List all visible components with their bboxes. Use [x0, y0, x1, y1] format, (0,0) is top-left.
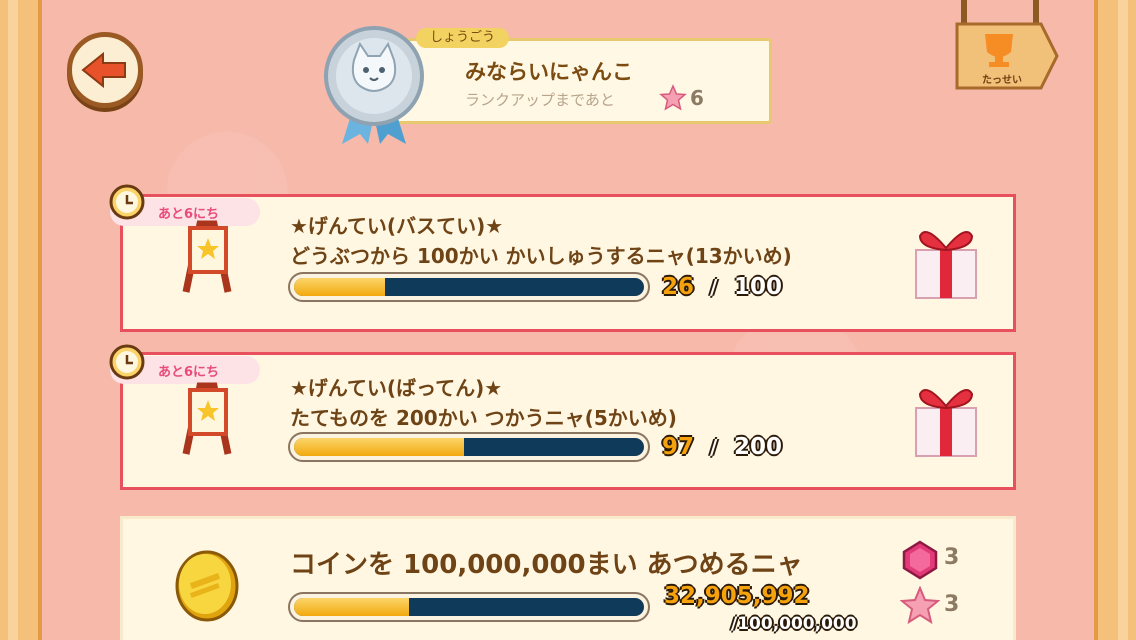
pink-star-icon — [900, 586, 940, 625]
mission-description: どうぶつから 100かい かいしゅうするニャ(13かいめ) — [290, 244, 792, 268]
clock-icon — [109, 344, 145, 380]
mission-screen: しょうごう みならいにゃんこ ランクアップまであと 6 たっせい あと6にち ★… — [0, 0, 1136, 640]
back-arrow-icon — [81, 51, 126, 89]
gift-box-icon[interactable] — [910, 224, 982, 302]
mission-description: たてものを 200かい つかうニャ(5かいめ) — [290, 406, 677, 430]
rank-title-name: みならいにゃんこ — [465, 60, 633, 84]
gift-box-icon[interactable] — [910, 382, 982, 460]
easel-sign-icon — [182, 382, 232, 455]
progress-max: 100 — [734, 274, 783, 300]
progress-fill — [294, 278, 385, 296]
progress-bar — [288, 592, 650, 622]
reward-count: 3 — [944, 545, 960, 570]
achievements-label: たっせい — [982, 75, 1022, 86]
cat-medal-icon — [324, 26, 424, 144]
progress-bar — [288, 272, 650, 302]
clock-icon — [109, 184, 145, 220]
rank-up-count: 6 — [690, 86, 704, 110]
progress-slash: / — [710, 275, 718, 299]
back-button[interactable] — [67, 32, 143, 108]
pink-star-icon — [659, 84, 687, 111]
left-wooden-frame — [0, 0, 42, 640]
progress-fill — [294, 598, 410, 616]
reward-count: 3 — [944, 592, 960, 617]
progress-current: 26 — [662, 274, 695, 300]
progress-fill — [294, 438, 464, 456]
right-wooden-frame — [1094, 0, 1136, 640]
progress-max: 200 — [734, 434, 783, 460]
gold-coin-icon — [175, 550, 239, 622]
rank-up-label: ランクアップまであと — [465, 91, 615, 109]
pink-gem-icon — [902, 540, 938, 580]
deadline-text: あと6にち — [158, 365, 220, 380]
mission-title: ★げんてい(バスてい)★ — [290, 214, 504, 238]
easel-sign-icon — [182, 220, 232, 293]
progress-bar — [288, 432, 650, 462]
progress-current: 97 — [662, 434, 695, 460]
mission-title: ★げんてい(ばってん)★ — [290, 376, 503, 400]
progress-current: 32,905,992 — [664, 583, 810, 609]
progress-slash: / — [710, 435, 718, 459]
progress-max: /100,000,000 — [731, 614, 857, 634]
rank-tag: しょうごう — [416, 28, 510, 48]
mission-description: コインを 100,000,000まい あつめるニャ — [290, 550, 803, 580]
